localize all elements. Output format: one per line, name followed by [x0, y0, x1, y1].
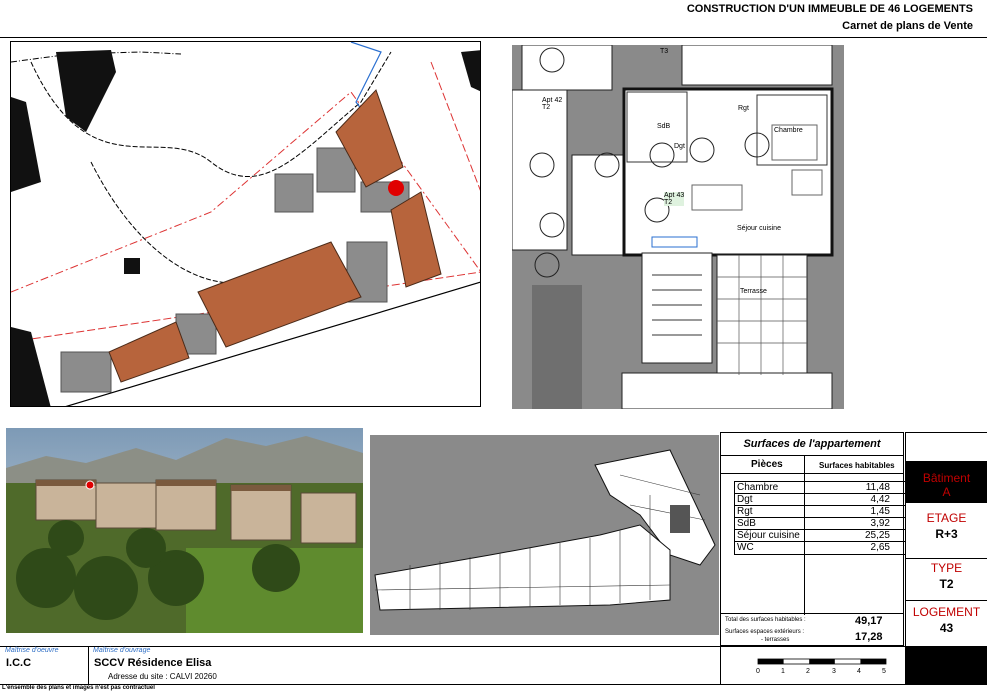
side-info: Bâtiment A ETAGE R+3 TYPE T2 LOGEMENT 43: [905, 432, 987, 646]
row-name: Chambre: [737, 482, 779, 493]
logement-block: LOGEMENT 43: [906, 605, 987, 635]
document-title: CONSTRUCTION D'UN IMMEUBLE DE 46 LOGEMEN…: [686, 3, 973, 15]
row-name: SdB: [737, 518, 756, 529]
logement-value: 43: [939, 621, 954, 635]
site-location-marker: [388, 180, 404, 196]
room-sejour: Séjour cuisine: [737, 225, 781, 232]
row-value: 25,25: [864, 530, 890, 541]
table-row: Rgt 1,45: [735, 506, 905, 518]
table-rule: [721, 473, 903, 474]
document-subtitle: Carnet de plans de Vente: [842, 20, 973, 32]
scale-tick: 3: [832, 668, 836, 675]
moe-value: I.C.C: [6, 657, 32, 669]
etage-label: ETAGE: [926, 511, 967, 525]
room-dgt: Dgt: [674, 143, 685, 150]
render-image: [6, 428, 363, 633]
row-name: Séjour cuisine: [737, 530, 800, 541]
col-pieces-header: Pièces: [751, 459, 783, 470]
scale-bar: 0 1 2 3 4 5: [756, 657, 890, 681]
apt-42-label: Apt 42 T2: [542, 97, 563, 111]
footer-divider: [720, 647, 721, 684]
row-name: Dgt: [737, 494, 753, 505]
level-plan: [370, 435, 719, 635]
site-plan: [10, 41, 481, 407]
batiment-block: Bâtiment A: [906, 461, 987, 503]
moe-label: Maîtrise d'oeuvre: [5, 647, 59, 654]
side-rule: [906, 558, 987, 559]
apt-42-name: Apt 42: [542, 97, 563, 104]
apt-43-name: Apt 43: [664, 192, 685, 199]
side-rule: [906, 600, 987, 601]
total-label: Total des surfaces habitables :: [725, 617, 806, 623]
surfaces-title-row: Surfaces de l'appartement: [721, 433, 903, 456]
mou-value: SCCV Résidence Elisa: [94, 657, 212, 669]
room-terrasse: Terrasse: [740, 288, 767, 295]
scale-tick: 5: [882, 668, 886, 675]
scale-bar-graphic: [757, 658, 887, 665]
table-row: Chambre 11,48: [735, 482, 905, 494]
scale-tick: 4: [857, 668, 861, 675]
room-rgt: Rgt: [738, 105, 749, 112]
row-value: 2,65: [870, 542, 890, 553]
row-value: 3,92: [870, 518, 890, 529]
scale-tick: 1: [781, 668, 785, 675]
ext-value: 17,28: [855, 631, 883, 643]
site-address: Adresse du site : CALVI 20260: [108, 672, 217, 681]
col-surfaces-header: Surfaces habitables: [819, 461, 895, 470]
table-row: Dgt 4,42: [735, 494, 905, 506]
render-location-marker: [85, 480, 95, 490]
floor-plan: Apt 42 T2 Apt 43 T2 T3 Rgt Chambre SdB Dgt…: [512, 45, 844, 409]
apt-42-type: T2: [542, 104, 551, 111]
room-sdb: SdB: [657, 123, 671, 130]
batiment-value: A: [942, 485, 951, 499]
table-row: WC 2,65: [735, 542, 905, 554]
logement-label: LOGEMENT: [912, 605, 981, 619]
mou-label: Maîtrise d'ouvrage: [93, 647, 151, 654]
surfaces-title: Surfaces de l'appartement: [743, 438, 881, 450]
footer-divider: [88, 647, 89, 684]
disclaimer: L'ensemble des plans et images n'est pas…: [2, 685, 155, 691]
etage-value: R+3: [935, 527, 958, 541]
table-row: SdB 3,92: [735, 518, 905, 530]
room-chambre: Chambre: [774, 127, 803, 134]
ext-sub-label: - terrasses: [761, 637, 790, 643]
level-plan-drawing: [370, 435, 719, 635]
scale-tick: 2: [806, 668, 810, 675]
apt-43-type: T2: [664, 199, 673, 206]
scale-tick: 0: [756, 668, 760, 675]
row-value: 4,42: [870, 494, 890, 505]
totals-rule: [721, 613, 903, 614]
etage-block: ETAGE R+3: [906, 511, 987, 541]
table-row: Séjour cuisine 25,25: [735, 530, 905, 542]
header-rule: [0, 37, 987, 38]
row-value: 11,48: [865, 482, 890, 493]
type-value: T2: [939, 577, 954, 591]
row-name: Rgt: [737, 506, 753, 517]
surfaces-panel: Surfaces de l'appartement Pièces Surface…: [720, 432, 906, 646]
row-name: WC: [737, 542, 754, 553]
batiment-label: Bâtiment: [922, 471, 971, 485]
type-label: TYPE: [930, 561, 963, 575]
column-divider: [804, 455, 805, 615]
total-value: 49,17: [855, 615, 883, 627]
apt-43-label: Apt 43 T2: [664, 192, 685, 206]
site-plan-drawing: [11, 42, 480, 406]
render-drawing: [6, 428, 363, 633]
surfaces-table: Chambre 11,48 Dgt 4,42 Rgt 1,45 SdB 3,92 Séj…: [734, 481, 906, 555]
ext-label: Surfaces espaces extérieurs :: [725, 629, 805, 635]
type-block: TYPE T2: [906, 561, 987, 591]
footer-black-block: [905, 647, 987, 684]
tag-t3: T3: [660, 48, 669, 55]
row-value: 1,45: [870, 506, 890, 517]
